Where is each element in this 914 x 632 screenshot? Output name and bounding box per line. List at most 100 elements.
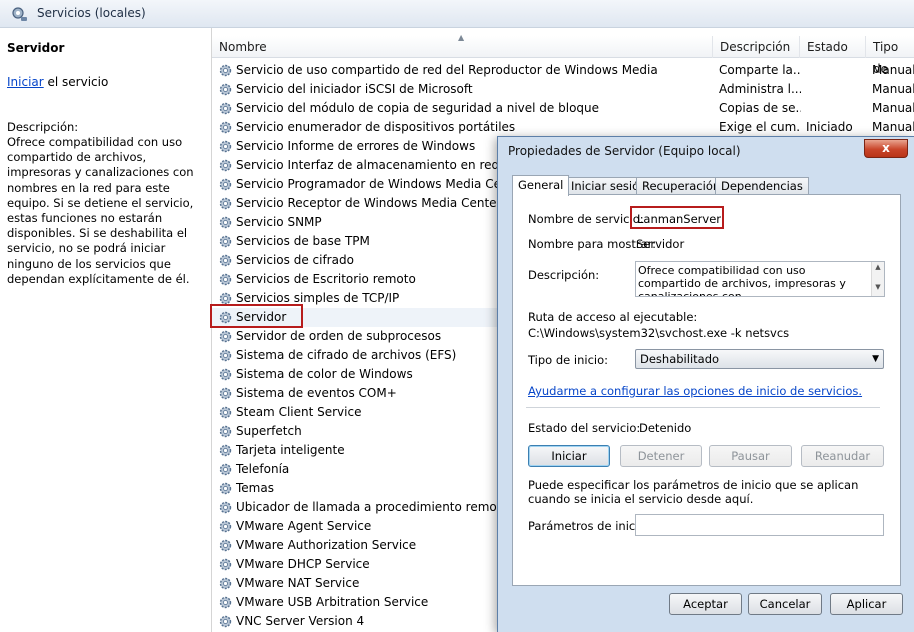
dialog-title: Propiedades de Servidor (Equipo local) [508, 144, 741, 158]
service-gear-icon [218, 158, 233, 173]
service-startup-cell: Manual [872, 82, 914, 96]
service-gear-icon [218, 101, 233, 116]
service-name-cell: VMware NAT Service [236, 576, 360, 590]
service-gear-icon [218, 443, 233, 458]
service-name-cell: Servicios de cifrado [236, 253, 354, 267]
service-gear-icon [218, 424, 233, 439]
service-gear-icon [218, 82, 233, 97]
service-name-cell: Servicio Informe de errores de Windows [236, 139, 476, 153]
startup-type-select[interactable]: Deshabilitado ▼ [635, 349, 884, 369]
service-gear-icon [218, 595, 233, 610]
start-service-line: Iniciar el servicio [7, 75, 108, 89]
service-gear-icon [218, 139, 233, 154]
service-name-cell: Servicio del módulo de copia de segurida… [236, 101, 600, 115]
service-gear-icon [218, 329, 233, 344]
cancel-button[interactable]: Cancelar [748, 593, 822, 615]
service-startup-cell: Manual [872, 120, 914, 134]
tab-general[interactable]: General [512, 175, 570, 196]
service-gear-icon [218, 576, 233, 591]
pause-button[interactable]: Pausar [709, 445, 792, 467]
service-description-cell: Exige el cum... [719, 120, 801, 134]
apply-button[interactable]: Aplicar [830, 593, 903, 615]
table-row[interactable]: Servicio enumerador de dispositivos port… [212, 118, 914, 137]
service-gear-icon [218, 234, 233, 249]
service-name-cell: Telefonía [236, 462, 290, 476]
column-header-description[interactable]: Descripción [713, 36, 800, 58]
service-gear-icon [218, 405, 233, 420]
service-name-cell: Servicio Programador de Windows Media Ce… [236, 177, 526, 191]
service-name-cell: Servicio enumerador de dispositivos port… [236, 120, 516, 134]
service-name-cell: Sistema de color de Windows [236, 367, 413, 381]
start-parameters-note: Puede especificar los parámetros de inic… [528, 478, 859, 506]
description-text: Ofrece compatibilidad con uso compartido… [7, 135, 194, 286]
service-name-cell: Steam Client Service [236, 405, 362, 419]
display-name-value: Servidor [636, 237, 685, 251]
ok-button[interactable]: Aceptar [669, 593, 742, 615]
service-name-cell: Servicio de uso compartido de red del Re… [236, 63, 658, 77]
service-name-cell: Sistema de eventos COM+ [236, 386, 397, 400]
selected-service-title: Servidor [7, 41, 65, 55]
column-header-startup[interactable]: Tipo de [866, 36, 914, 76]
close-icon: x [882, 141, 890, 155]
service-status-cell: Iniciado [806, 120, 853, 134]
startup-help-link[interactable]: Ayudarme a configurar las opciones de in… [528, 384, 862, 398]
service-startup-cell: Manual [872, 63, 914, 77]
service-description-cell: Administra l... [719, 82, 801, 96]
service-name-cell: Temas [236, 481, 274, 495]
scroll-down-icon: ▼ [875, 283, 881, 291]
service-name-cell: VMware Authorization Service [236, 538, 417, 552]
service-name-cell: VMware USB Arbitration Service [236, 595, 429, 609]
service-gear-icon [218, 253, 233, 268]
column-header-status[interactable]: Estado [800, 36, 866, 58]
table-row[interactable]: Servicio del módulo de copia de segurida… [212, 99, 914, 118]
description-label: Descripción: [7, 120, 79, 134]
properties-dialog: Propiedades de Servidor (Equipo local) x… [497, 136, 914, 632]
service-name-cell: Servicio Interfaz de almacenamiento en r… [236, 158, 500, 172]
service-gear-icon [218, 462, 233, 477]
service-gear-icon [218, 519, 233, 534]
service-name-cell: Sistema de cifrado de archivos (EFS) [236, 348, 457, 362]
close-button[interactable]: x [864, 139, 908, 158]
window-title: Servicios (locales) [37, 6, 146, 20]
description-field-label: Descripción: [528, 268, 600, 282]
services-icon [12, 7, 27, 21]
service-gear-icon [218, 481, 233, 496]
service-name-cell: Ubicador de llamada a procedimiento remo… [236, 500, 533, 514]
start-button[interactable]: Iniciar [528, 445, 610, 467]
selected-row-highlight [210, 304, 303, 328]
service-name-cell: VNC Server Version 4 [236, 614, 365, 628]
service-gear-icon [218, 348, 233, 363]
service-name-highlight [630, 206, 724, 229]
table-row[interactable]: Servicio de uso compartido de red del Re… [212, 61, 914, 80]
service-name-cell: VMware DHCP Service [236, 557, 370, 571]
service-name-cell: Servicios de base TPM [236, 234, 370, 248]
list-header: Nombre Descripción Estado Tipo de ▲ [212, 33, 914, 76]
startup-type-label: Tipo de inicio: [528, 353, 608, 367]
title-bar: Servicios (locales) [0, 0, 914, 28]
service-name-cell: Servicio del iniciador iSCSI de Microsof… [236, 82, 473, 96]
service-startup-cell: Manual [872, 101, 914, 115]
resume-button[interactable]: Reanudar [801, 445, 884, 467]
service-gear-icon [218, 177, 233, 192]
description-field[interactable]: Ofrece compatibilidad con uso compartido… [635, 261, 885, 297]
tab-dependencies[interactable]: Dependencias [715, 177, 809, 194]
service-status-value: Detenido [639, 421, 692, 435]
dropdown-arrow-icon: ▼ [872, 354, 879, 364]
service-name-cell: Servicios simples de TCP/IP [236, 291, 400, 305]
service-description-cell: Comparte la... [719, 63, 801, 77]
service-name-cell: Servidor de orden de subprocesos [236, 329, 442, 343]
start-service-suffix: el servicio [43, 75, 109, 89]
service-name-cell: VMware Agent Service [236, 519, 372, 533]
service-gear-icon [218, 120, 233, 135]
stop-button[interactable]: Detener [620, 445, 702, 467]
tab-recovery[interactable]: Recuperación [636, 177, 727, 194]
start-parameters-input[interactable] [635, 514, 884, 536]
start-parameters-label: Parámetros de inicio: [528, 519, 650, 533]
service-gear-icon [218, 557, 233, 572]
description-pane: Servidor Iniciar el servicio Descripción… [0, 28, 212, 632]
table-row[interactable]: Servicio del iniciador iSCSI de Microsof… [212, 80, 914, 99]
description-scrollbar[interactable]: ▲ ▼ [871, 262, 884, 296]
service-gear-icon [218, 614, 233, 629]
service-gear-icon [218, 63, 233, 78]
start-service-link[interactable]: Iniciar [7, 75, 44, 89]
